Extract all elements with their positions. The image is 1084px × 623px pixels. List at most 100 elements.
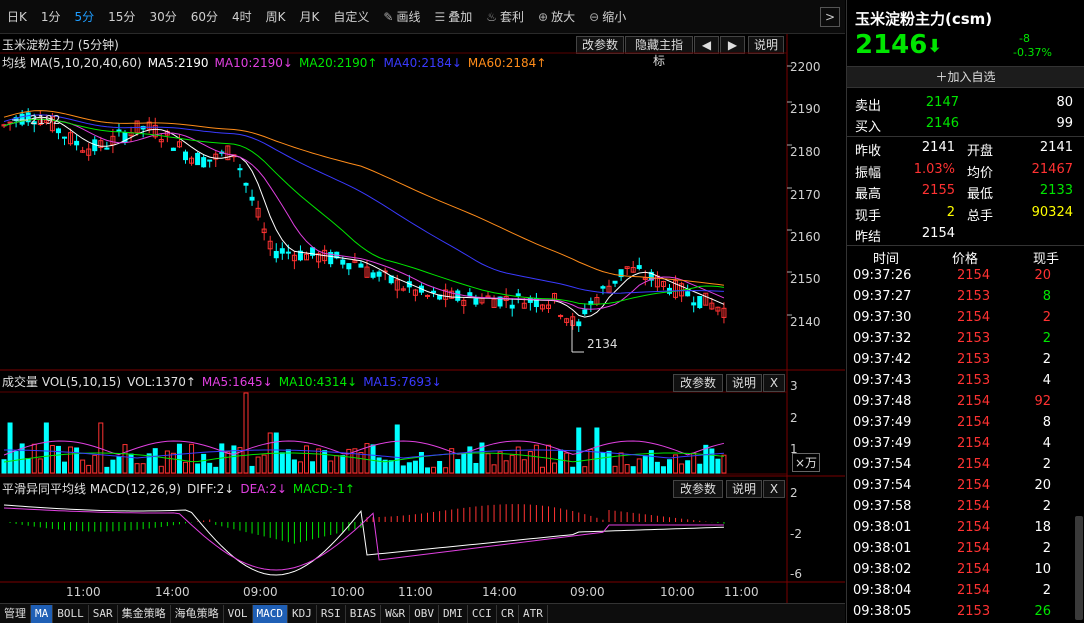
indicator-tab-4[interactable]: 集金策略 — [118, 604, 171, 623]
candle-body — [195, 152, 201, 166]
legend-item: VOL:1370↑ — [127, 375, 196, 389]
time-axis-label: 09:00 — [570, 585, 605, 599]
volume-bar — [183, 461, 188, 474]
volume-bar — [74, 447, 80, 474]
stat-label: 振幅 — [855, 165, 882, 181]
volume-bar — [461, 453, 467, 474]
volume-bar — [654, 461, 660, 474]
indicator-tab-7[interactable]: MACD — [252, 604, 288, 623]
stat-label: 总手 — [967, 208, 994, 224]
candle-body — [473, 298, 479, 305]
candle-body — [116, 129, 122, 132]
indicator-tab-6[interactable]: VOL — [224, 604, 253, 623]
volume-bar — [552, 462, 558, 474]
bid-row: 买入 2146 99 — [847, 114, 1077, 135]
legend-item: MA5:1645↓ — [201, 375, 273, 389]
indicator-tab-8[interactable]: KDJ — [288, 604, 317, 623]
buy-volume: 99 — [1056, 116, 1073, 131]
indicator-tab-5[interactable]: 海龟策略 — [171, 604, 224, 623]
candle-body — [455, 290, 461, 301]
tick-scrollbar[interactable] — [1075, 516, 1083, 620]
chart-area[interactable]: 2192 2134 — [0, 0, 845, 603]
candle-body — [509, 304, 515, 309]
candle-body — [55, 128, 61, 134]
indicator-tab-2[interactable]: BOLL — [53, 604, 89, 623]
indicator-tab-16[interactable]: ATR — [519, 604, 548, 623]
price-axis-label: 2180 — [790, 145, 821, 159]
low-marker-label: 2134 — [587, 337, 618, 351]
macd-legend: 平滑异同平均线 MACD(12,26,9) DIFF:2↓ DEA:2↓ MACD:-… — [2, 480, 361, 497]
tick-time: 09:37:48 — [853, 394, 912, 409]
tick-row: 09:37:58 2154 2 — [847, 497, 1077, 518]
candle-body — [582, 309, 588, 315]
volume-bar — [104, 466, 110, 474]
indicator-tab-0[interactable]: 管理 — [0, 604, 31, 623]
volume-bar — [527, 451, 533, 474]
volume-bar — [176, 443, 182, 474]
tick-price: 2154 — [957, 457, 991, 472]
candle-body — [183, 151, 188, 161]
time-axis-label: 11:00 — [724, 585, 759, 599]
volume-bar — [80, 459, 86, 474]
indicator-tab-9[interactable]: RSI — [317, 604, 346, 623]
volume-bar — [249, 465, 255, 474]
legend-item: MA10:4314↓ — [278, 375, 358, 389]
quote-panel: 玉米淀粉主力(csm) 2146 ⬇ -8 -0.37% ＋加入自选 卖出 214… — [846, 0, 1084, 623]
tick-price: 2154 — [957, 541, 991, 556]
volume-bar — [497, 451, 503, 474]
volume-bar — [291, 459, 297, 474]
volume-bar — [110, 459, 116, 474]
tick-time: 09:37:30 — [853, 310, 912, 325]
legend-item: MA15:7693↓ — [363, 375, 442, 389]
add-watchlist-button[interactable]: ＋加入自选 — [847, 66, 1084, 88]
volume-bar — [328, 460, 334, 474]
volume-bar — [243, 392, 249, 474]
candle-body — [691, 302, 697, 306]
volume-bar — [594, 427, 600, 474]
volume-bar — [86, 464, 92, 474]
macd-button-1[interactable]: 说明 — [726, 480, 762, 498]
tick-price: 2153 — [957, 352, 991, 367]
volume-bar — [195, 463, 201, 474]
indicator-tab-3[interactable]: SAR — [89, 604, 118, 623]
volume-bar — [533, 444, 539, 474]
macd-button-2[interactable]: X — [763, 480, 785, 498]
stat-value: 21467 — [1031, 161, 1073, 177]
stat-row: 现手 2 总手 90324 — [847, 203, 1077, 224]
candle-body — [600, 286, 606, 289]
volume-bar — [630, 466, 636, 474]
volume-bar — [116, 456, 122, 474]
volume-bar — [164, 450, 170, 474]
indicator-tab-15[interactable]: CR — [497, 604, 519, 623]
last-price: 2146 — [855, 30, 928, 60]
buy-label: 买入 — [855, 120, 882, 135]
tick-volume: 2 — [1042, 457, 1051, 472]
tick-row: 09:37:48 2154 92 — [847, 392, 1077, 413]
tick-time: 09:37:49 — [853, 436, 912, 451]
candle-body — [237, 168, 243, 171]
indicator-tab-11[interactable]: W&R — [381, 604, 411, 623]
volume-bar — [418, 451, 424, 474]
stat-value: 2141 — [921, 140, 955, 155]
indicator-tab-10[interactable]: BIAS — [346, 604, 382, 623]
indicator-tab-14[interactable]: CCI — [468, 604, 497, 623]
tick-volume: 18 — [1034, 520, 1051, 535]
indicator-tab-1[interactable]: MA — [31, 604, 54, 623]
time-axis-label: 10:00 — [660, 585, 695, 599]
volume-bar — [509, 454, 515, 474]
ma10-line — [3, 118, 725, 310]
volume-bar — [13, 451, 19, 474]
indicator-tab-12[interactable]: OBV — [410, 604, 439, 623]
volume-button-0[interactable]: 改参数 — [673, 374, 723, 392]
tick-volume: 92 — [1034, 394, 1051, 409]
volume-bar — [189, 443, 195, 474]
tick-row: 09:37:54 2154 20 — [847, 476, 1077, 497]
indicator-tab-13[interactable]: DMI — [439, 604, 468, 623]
volume-button-2[interactable]: X — [763, 374, 785, 392]
candle-body — [467, 292, 473, 297]
volume-button-1[interactable]: 说明 — [726, 374, 762, 392]
price-change-pct: -0.37% — [1013, 46, 1052, 59]
macd-button-0[interactable]: 改参数 — [673, 480, 723, 498]
stat-value: 2 — [946, 204, 955, 220]
contract-name: 玉米淀粉主力(csm) — [855, 10, 993, 28]
